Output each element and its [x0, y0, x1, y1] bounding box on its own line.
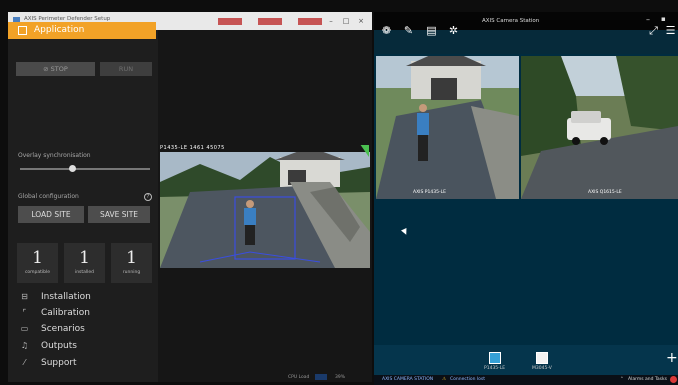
menu-item-application[interactable]: Application	[8, 22, 156, 39]
help-icon[interactable]: ?	[144, 193, 152, 201]
counter-label: installed	[74, 270, 95, 275]
status-bar: CPU Load 39%	[220, 373, 370, 382]
tile-label: M3045-V	[532, 366, 552, 371]
menu-item-calibration[interactable]: ⌜ Calibration	[8, 305, 150, 321]
camera-tile-p1435[interactable]	[489, 352, 501, 364]
gear-icon[interactable]: ✲	[447, 24, 460, 37]
taskbar-tab[interactable]	[298, 18, 322, 25]
maximize-icon[interactable]: □	[341, 17, 351, 26]
camera-hud-text: P1435-LE 1461 45075	[160, 145, 225, 151]
camera-view-2[interactable]	[521, 56, 678, 199]
status-strip: AXIS CAMERA STATION ⚠ Connection lost ⌃ …	[374, 375, 678, 385]
chevron-up-icon[interactable]: ⌃	[620, 375, 624, 385]
run-button[interactable]: RUN	[100, 62, 152, 76]
cpu-load-value: 39%	[335, 375, 346, 380]
tile-label: P1435-LE	[484, 366, 506, 371]
menu-label: Scenarios	[41, 324, 85, 334]
counter-value: 1	[32, 248, 43, 268]
scenarios-icon: ▭	[20, 324, 29, 333]
connection-warning[interactable]: Connection lost	[450, 375, 485, 385]
menu-item-scenarios[interactable]: ▭ Scenarios	[8, 321, 150, 337]
bell-icon: ♫	[20, 341, 29, 350]
installed-counter: 1 installed	[64, 243, 105, 283]
menu-item-support[interactable]: ⁄ Support	[8, 355, 150, 371]
close-icon[interactable]: ×	[356, 17, 366, 26]
counter-label: compatible	[24, 270, 51, 275]
counter-label: running	[122, 270, 141, 275]
save-site-button[interactable]: SAVE SITE	[88, 206, 150, 223]
taskbar-tab[interactable]	[258, 18, 282, 25]
counter-value: 1	[126, 248, 137, 268]
counter-value: 1	[79, 248, 90, 268]
application-label: Application	[34, 25, 85, 35]
camera-tile-bar	[374, 345, 678, 375]
running-counter: 1 running	[111, 243, 152, 283]
fullscreen-icon[interactable]: ⤢	[647, 24, 660, 37]
alarms-tasks-label[interactable]: Alarms and Tasks	[628, 375, 667, 385]
export-icon[interactable]: ▤	[425, 24, 438, 37]
compatible-counter: 1 compatible	[17, 243, 58, 283]
camera-station-titlebar: AXIS Camera Station – ▪	[374, 12, 678, 30]
menu-label: Calibration	[41, 308, 90, 318]
menu-label: Outputs	[41, 341, 77, 351]
minimize-icon[interactable]: –	[646, 15, 650, 24]
wrench-icon: ⁄	[23, 358, 26, 367]
minimize-icon[interactable]: –	[326, 17, 336, 26]
menu-label: Support	[41, 358, 77, 368]
camera-station-title: AXIS Camera Station	[482, 18, 540, 24]
installation-icon: ⊟	[21, 292, 28, 301]
global-config-label: Global configuration	[18, 193, 79, 200]
add-view-icon[interactable]: +	[666, 351, 678, 365]
taskbar-tab[interactable]	[218, 18, 242, 25]
load-site-button[interactable]: LOAD SITE	[18, 206, 84, 223]
camera-tile-m3045[interactable]	[536, 352, 548, 364]
camera-station-link[interactable]: AXIS CAMERA STATION	[382, 375, 433, 385]
overlay-sync-label: Overlay synchronisation	[18, 152, 91, 159]
hamburger-menu-icon[interactable]: ☰	[664, 24, 677, 37]
cpu-load-label: CPU Load	[288, 375, 310, 380]
stop-button[interactable]: ⊘ STOP	[16, 62, 95, 76]
overlay-sync-slider[interactable]	[20, 165, 150, 172]
warning-icon: ⚠	[442, 377, 447, 382]
calibration-icon: ⌜	[22, 308, 27, 317]
cpu-load-bar	[315, 374, 327, 380]
camera-station-toolbar	[374, 30, 678, 54]
maximize-icon[interactable]: ▪	[661, 15, 666, 23]
search-recording-icon[interactable]: ✎	[402, 24, 415, 37]
camera-1-label: AXIS P1435-LE	[413, 190, 446, 195]
slider-knob[interactable]	[69, 165, 76, 172]
setup-camera-feed[interactable]	[160, 152, 370, 268]
menu-item-installation[interactable]: ⊟ Installation	[8, 289, 150, 305]
menu-item-outputs[interactable]: ♫ Outputs	[8, 338, 150, 354]
menu-label: Installation	[41, 292, 91, 302]
application-icon	[18, 26, 27, 35]
live-view-icon[interactable]: ❁	[380, 24, 393, 37]
camera-view-1[interactable]	[376, 56, 519, 199]
alarm-indicator-icon	[670, 376, 677, 383]
camera-2-label: AXIS Q1615-LE	[588, 190, 622, 195]
